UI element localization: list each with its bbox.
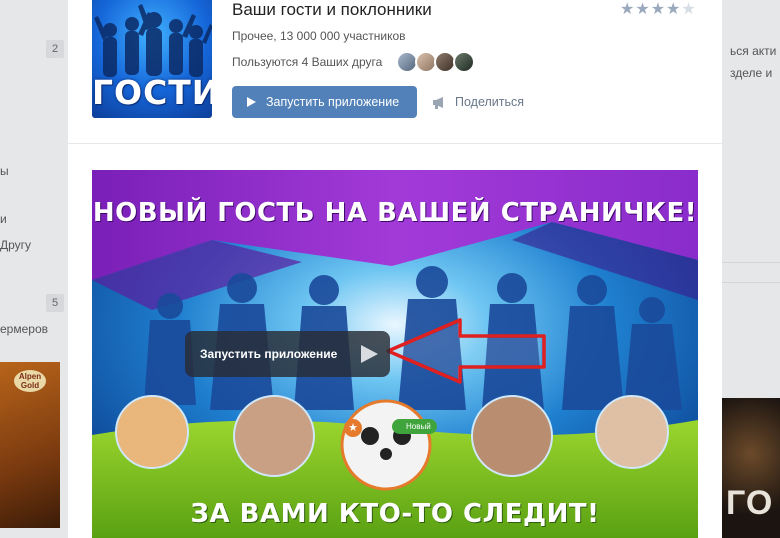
logo-label: ГОСТИ [92, 73, 212, 112]
banner-launch-button[interactable]: Запустить приложение [185, 331, 390, 377]
play-icon [247, 97, 256, 107]
banner-footline: ЗА ВАМИ КТО-ТО СЛЕДИТ! [190, 499, 600, 529]
play-icon [361, 345, 378, 363]
brand-logo: Alpen Gold [14, 370, 46, 392]
background-ad-image: Alpen Gold [0, 362, 60, 528]
star-icon: ★ [620, 1, 636, 18]
app-logo[interactable]: ГОСТИ [92, 0, 212, 118]
app-category-members: Прочее, 13 000 000 участников [232, 29, 406, 43]
background-image-text: ГО [726, 484, 774, 522]
star-icon: ★ [635, 1, 651, 18]
background-counter-badge: 5 [46, 294, 64, 312]
launch-app-label: Запустить приложение [266, 95, 400, 109]
banner-launch-label: Запустить приложение [200, 347, 338, 361]
background-left-column: 2 ы и Другу 5 ермеров Alpen Gold [0, 0, 68, 538]
share-label: Поделиться [455, 95, 525, 109]
app-promo-banner[interactable]: НОВЫЙ ГОСТЬ НА ВАШЕЙ СТРАНИЧКЕ! Запустит… [92, 170, 698, 538]
divider [68, 143, 722, 144]
rating-stars: ★★★★★ [620, 0, 697, 19]
star-badge-icon: ★ [344, 419, 362, 437]
background-text: ермеров [0, 322, 48, 336]
app-title: Ваши гости и поклонники [232, 0, 432, 19]
megaphone-icon [433, 96, 443, 109]
background-divider [722, 262, 780, 263]
star-icon: ★ [650, 1, 667, 18]
share-button[interactable]: Поделиться [432, 86, 524, 118]
launch-app-button[interactable]: Запустить приложение [232, 86, 417, 118]
background-text: ься акти [730, 44, 777, 58]
background-ad-image: ГО [722, 398, 780, 538]
background-divider [722, 282, 780, 283]
background-text: ы [0, 164, 9, 178]
new-badge: Новый [392, 419, 437, 434]
banner-headline: НОВЫЙ ГОСТЬ НА ВАШЕЙ СТРАНИЧКЕ! [92, 198, 698, 228]
star-icon: ★ [666, 1, 682, 18]
friends-using-text[interactable]: Пользуются 4 Ваших друга [232, 55, 382, 69]
background-counter-badge: 2 [46, 40, 64, 58]
background-text: зделе и [730, 66, 773, 80]
avatar[interactable] [453, 51, 475, 73]
friend-avatars[interactable] [396, 51, 486, 73]
background-text: Другу [0, 238, 32, 252]
app-modal: ГОСТИ Ваши гости и поклонники ★★★★★ Проч… [68, 0, 722, 538]
star-icon: ★ [681, 1, 697, 18]
background-text: и [0, 212, 7, 226]
